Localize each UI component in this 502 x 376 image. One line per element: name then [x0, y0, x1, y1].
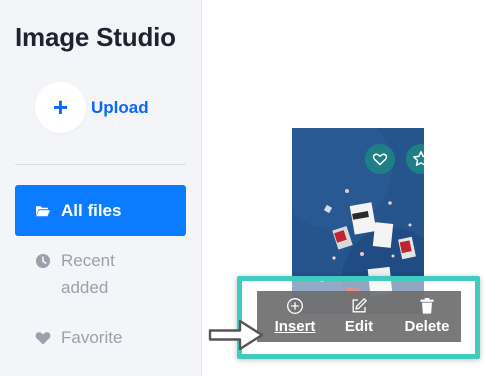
delete-button[interactable]: Delete — [397, 291, 457, 342]
heart-icon — [372, 153, 388, 166]
trash-icon — [420, 298, 434, 314]
upload-button[interactable]: + Upload — [35, 82, 149, 133]
clock-icon — [36, 254, 50, 268]
delete-label: Delete — [404, 318, 450, 335]
folder-open-icon — [36, 205, 50, 216]
insert-label: Insert — [274, 318, 316, 335]
edit-label: Edit — [344, 318, 374, 335]
edit-icon — [352, 298, 367, 313]
sidebar: Image Studio + Upload All files Recent a… — [0, 0, 202, 376]
plus-icon: + — [35, 82, 86, 133]
app-title: Image Studio — [15, 22, 176, 52]
sidebar-item-label: Favorite — [61, 328, 123, 347]
edit-button[interactable]: Edit — [332, 291, 386, 342]
upload-label: Upload — [91, 97, 149, 117]
sidebar-item-favorite[interactable]: Favorite — [15, 324, 186, 351]
favorite-toggle[interactable] — [365, 144, 395, 174]
heart-icon — [35, 332, 51, 345]
pointer-arrow-icon — [208, 319, 264, 351]
sidebar-divider — [15, 164, 186, 165]
sidebar-item-recent-added[interactable]: Recent added — [15, 247, 135, 301]
sidebar-item-label: Recent added — [61, 251, 115, 297]
insert-button[interactable]: Insert — [265, 291, 325, 342]
image-action-bar: Insert Edit Delete — [257, 291, 461, 342]
sidebar-item-all-files[interactable]: All files — [15, 185, 186, 236]
sidebar-item-label: All files — [61, 200, 122, 220]
plus-circle-icon — [287, 298, 303, 314]
star-icon — [413, 151, 424, 167]
